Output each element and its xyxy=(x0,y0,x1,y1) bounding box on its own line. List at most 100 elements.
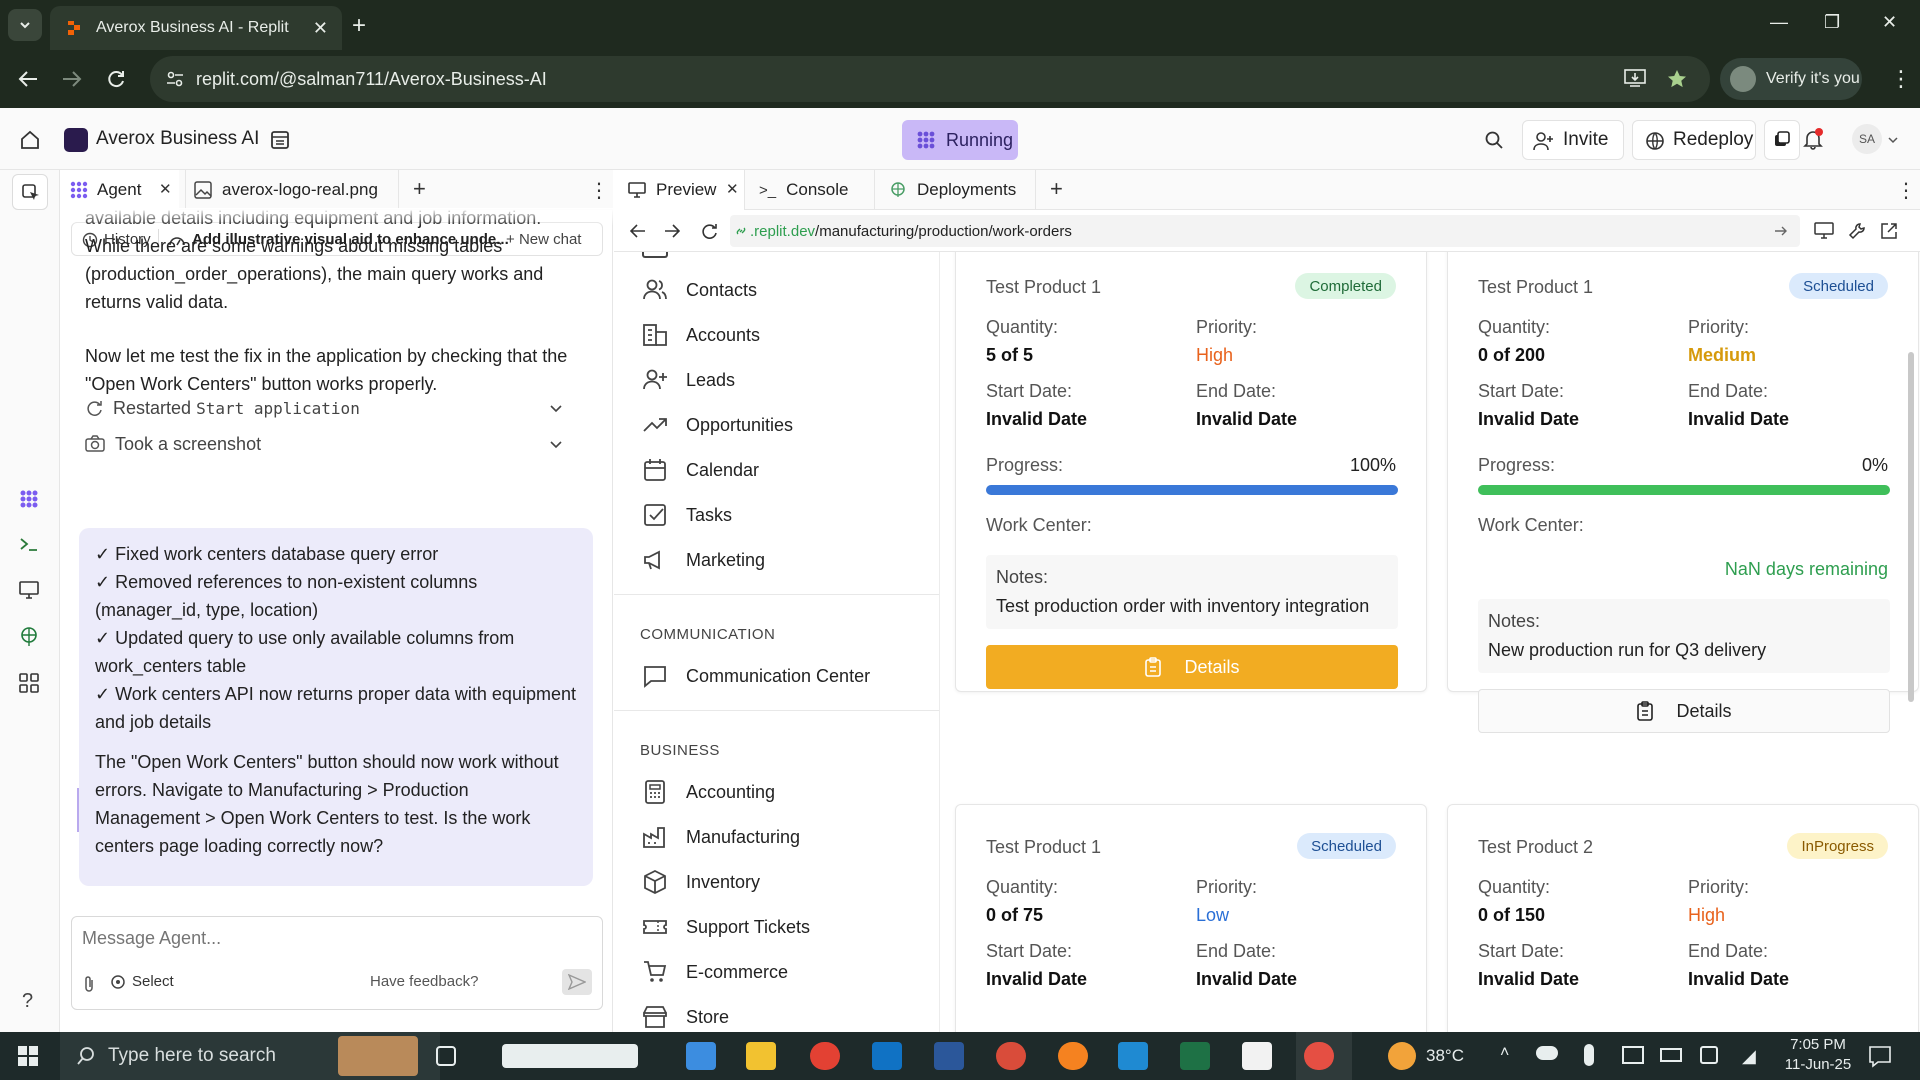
sidebar-item-accounts[interactable]: Accounts xyxy=(642,315,760,355)
browser-menu-icon[interactable]: ⋮ xyxy=(1890,66,1912,92)
panel-menu-icon[interactable]: ⋮ xyxy=(589,178,609,203)
taskbar-search[interactable]: Type here to search xyxy=(60,1032,440,1080)
sidebar-item-marketing[interactable]: Marketing xyxy=(642,540,765,580)
step-screenshot[interactable]: Took a screenshot xyxy=(85,430,585,458)
reload-icon[interactable] xyxy=(700,222,718,240)
preview-tool-icon[interactable] xyxy=(18,580,40,600)
capcut-icon[interactable] xyxy=(1242,1042,1272,1070)
word-icon[interactable] xyxy=(934,1042,964,1070)
windows-start-icon[interactable] xyxy=(18,1046,38,1066)
search-icon[interactable] xyxy=(1484,130,1504,150)
task-view-icon[interactable] xyxy=(436,1046,456,1066)
tab-preview[interactable]: Preview ✕ xyxy=(614,170,744,210)
bookmark-star-icon[interactable] xyxy=(1666,68,1688,90)
sidebar-item-accounting[interactable]: Accounting xyxy=(642,772,775,812)
select-element-button[interactable]: Select xyxy=(110,973,174,990)
user-avatar[interactable]: SA xyxy=(1852,124,1882,154)
run-status-button[interactable]: Running xyxy=(902,120,1018,160)
home-icon[interactable] xyxy=(20,130,40,150)
devtools-wrench-icon[interactable] xyxy=(1848,222,1866,240)
weather-temperature[interactable]: 38°C xyxy=(1426,1046,1464,1066)
outlook-icon[interactable] xyxy=(872,1042,902,1070)
address-bar[interactable]: replit.com/@salman711/Averox-Business-AI xyxy=(150,56,1710,102)
chevron-down-icon[interactable] xyxy=(549,404,563,414)
vscode-icon[interactable] xyxy=(1118,1042,1148,1070)
redeploy-button[interactable]: Redeploy xyxy=(1632,120,1756,160)
microsoft-store-icon[interactable] xyxy=(686,1042,716,1070)
help-icon[interactable]: ? xyxy=(22,990,33,1013)
sidebar-item-communication-center[interactable]: Communication Center xyxy=(642,656,870,696)
taskbar-date[interactable]: 11-Jun-25 xyxy=(1778,1056,1858,1073)
reload-icon[interactable] xyxy=(106,69,126,89)
attach-icon[interactable] xyxy=(82,975,96,993)
message-input[interactable] xyxy=(82,923,582,953)
close-tab-icon[interactable]: ✕ xyxy=(159,180,172,198)
window-close-icon[interactable]: ✕ xyxy=(1882,12,1897,33)
agent-tool-icon[interactable] xyxy=(18,488,40,510)
microphone-icon[interactable] xyxy=(1584,1044,1594,1066)
tab-averox-logo[interactable]: averox-logo-real.png xyxy=(185,170,399,210)
project-info-icon[interactable] xyxy=(270,130,290,150)
browser-tab-active[interactable]: Averox Business AI - Replit ✕ xyxy=(50,6,342,50)
add-tab-icon[interactable]: + xyxy=(413,176,426,202)
forward-icon[interactable] xyxy=(664,223,680,239)
back-icon[interactable] xyxy=(630,223,646,239)
minimize-icon[interactable]: — xyxy=(1770,12,1788,33)
sidebar-item-contacts[interactable]: Contacts xyxy=(642,270,757,310)
open-arrow-icon[interactable] xyxy=(1774,225,1788,237)
paint-icon[interactable] xyxy=(996,1042,1026,1070)
extensions-button[interactable] xyxy=(1764,120,1800,160)
chevron-down-icon[interactable] xyxy=(549,440,563,450)
panel-menu-icon[interactable]: ⋮ xyxy=(1896,178,1916,203)
sidebar-item-inventory[interactable]: Inventory xyxy=(642,862,760,902)
site-settings-icon[interactable] xyxy=(166,70,184,88)
details-button[interactable]: Details xyxy=(1478,689,1890,733)
sidebar-item-store[interactable]: Store xyxy=(642,997,729,1032)
close-tab-icon[interactable]: ✕ xyxy=(313,18,328,39)
screen-capture-icon[interactable] xyxy=(1622,1046,1644,1064)
chrome-icon[interactable] xyxy=(810,1042,840,1070)
verify-identity-button[interactable]: Verify it's you xyxy=(1720,58,1862,100)
deployments-tool-icon[interactable] xyxy=(18,626,40,648)
details-button[interactable]: Details xyxy=(986,645,1398,689)
sidebar-item-tasks[interactable]: Tasks xyxy=(642,495,732,535)
tray-chevron-icon[interactable]: ˄ xyxy=(1500,1044,1509,1062)
invite-button[interactable]: Invite xyxy=(1522,120,1624,160)
excel-icon[interactable] xyxy=(1180,1042,1210,1070)
avatar-chevron-icon[interactable] xyxy=(1888,136,1898,144)
file-explorer-icon[interactable] xyxy=(746,1042,776,1070)
sidebar-item-manufacturing[interactable]: Manufacturing xyxy=(642,817,800,857)
forward-icon[interactable] xyxy=(62,70,82,88)
pinned-tools-icon[interactable] xyxy=(502,1044,638,1068)
taskbar-time[interactable]: 7:05 PM xyxy=(1778,1036,1858,1053)
onedrive-icon[interactable] xyxy=(1536,1046,1558,1060)
content-scrollbar[interactable] xyxy=(1908,352,1914,702)
new-tab-icon[interactable]: + xyxy=(352,12,366,40)
sidebar-item-support-tickets[interactable]: Support Tickets xyxy=(642,907,810,947)
tab-search-dropdown[interactable] xyxy=(8,9,42,41)
sidebar-item-calendar[interactable]: Calendar xyxy=(642,450,759,490)
sidebar-item-leads[interactable]: Leads xyxy=(642,360,735,400)
battery-icon[interactable] xyxy=(1660,1048,1682,1062)
notification-center-icon[interactable] xyxy=(1868,1044,1892,1068)
sidebar-item-opportunities[interactable]: Opportunities xyxy=(642,405,793,445)
tab-agent[interactable]: Agent ✕ xyxy=(61,170,179,210)
close-tab-icon[interactable]: ✕ xyxy=(726,180,739,198)
restore-icon[interactable]: ❐ xyxy=(1824,12,1840,33)
tab-deployments[interactable]: Deployments xyxy=(874,170,1036,210)
firefox-icon[interactable] xyxy=(1058,1042,1088,1070)
pointer-tool-button[interactable] xyxy=(12,174,48,210)
device-icon[interactable] xyxy=(1700,1046,1718,1064)
step-restarted[interactable]: Restarted Start application xyxy=(85,394,585,422)
wifi-icon[interactable]: ◢ xyxy=(1742,1046,1756,1067)
tab-console[interactable]: >_ Console xyxy=(744,170,874,210)
notifications-bell-icon[interactable] xyxy=(1802,128,1824,150)
console-tool-icon[interactable] xyxy=(18,534,40,554)
sidebar-item-e-commerce[interactable]: E-commerce xyxy=(642,952,788,992)
feedback-link[interactable]: Have feedback? xyxy=(370,973,478,990)
project-name[interactable]: Averox Business AI xyxy=(96,128,259,150)
device-preview-icon[interactable] xyxy=(1814,222,1834,240)
open-new-window-icon[interactable] xyxy=(1880,222,1898,240)
install-app-icon[interactable] xyxy=(1624,68,1646,88)
back-icon[interactable] xyxy=(18,70,38,88)
